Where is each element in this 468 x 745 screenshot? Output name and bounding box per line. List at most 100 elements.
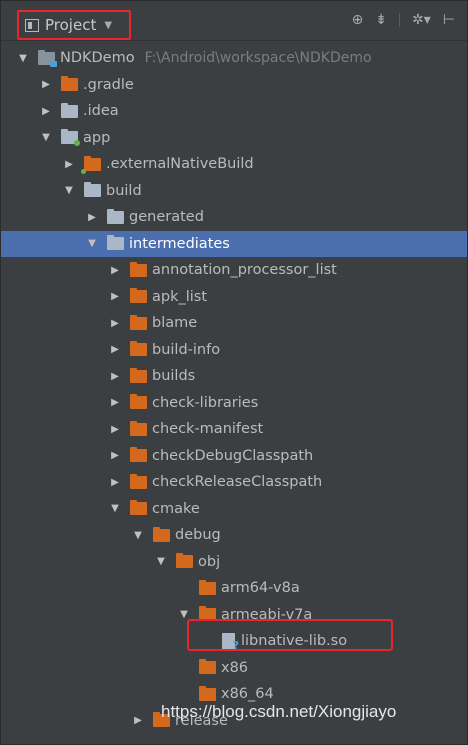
expand-arrow-right-icon[interactable]: ▶	[108, 371, 122, 382]
tree-item[interactable]: ▶ annotation_processor_list	[1, 257, 467, 284]
tree-item[interactable]: ▶ build-info	[1, 337, 467, 364]
tree-item[interactable]: ▼ debug	[1, 522, 467, 549]
tree-item[interactable]: ▼ armeabi-v7a	[1, 602, 467, 629]
tree-item-label: checkDebugClasspath	[152, 447, 314, 464]
target-icon[interactable]: ⊕	[352, 13, 364, 27]
tree-item[interactable]: ▼ cmake	[1, 496, 467, 523]
gear-icon[interactable]: ✲▾	[412, 13, 431, 27]
project-view-icon	[25, 18, 39, 32]
tree-item[interactable]: ▶ .externalNativeBuild	[1, 151, 467, 178]
folder-icon	[199, 579, 216, 595]
folder-icon	[107, 235, 124, 251]
expand-arrow-right-icon[interactable]: ▶	[62, 159, 76, 170]
tree-item-label: builds	[152, 368, 196, 385]
tree-item-label: check-manifest	[152, 421, 264, 438]
project-view-dropdown[interactable]: Project ▼	[17, 10, 131, 40]
tree-item[interactable]: ▶ checkReleaseClasspath	[1, 469, 467, 496]
tree-item-label: NDKDemo	[60, 50, 135, 67]
project-view-label: Project	[45, 16, 97, 34]
expand-arrow-down-icon[interactable]: ▼	[131, 530, 145, 541]
expand-arrow-right-icon[interactable]: ▶	[108, 344, 122, 355]
folder-icon	[153, 526, 170, 542]
tree-item-label: checkReleaseClasspath	[152, 474, 323, 491]
expand-arrow-right-icon[interactable]: ▶	[39, 79, 53, 90]
hide-icon[interactable]: ⊢	[443, 13, 455, 27]
tree-item[interactable]: ▼ NDKDemo F:\Android\workspace\NDKDemo	[1, 45, 467, 72]
tree-item[interactable]: ▶arm64-v8a	[1, 575, 467, 602]
tree-item-label: release	[175, 712, 228, 729]
folder-icon	[81, 155, 101, 174]
tree-item-label: build	[106, 182, 142, 199]
tree-item[interactable]: ▶ .gradle	[1, 72, 467, 99]
folder-icon	[61, 76, 78, 92]
chevron-down-icon: ▼	[104, 19, 113, 31]
collapse-icon[interactable]: ⇟	[375, 13, 387, 27]
tree-item[interactable]: ▼ build	[1, 178, 467, 205]
tree-item-label: cmake	[152, 500, 200, 517]
tree-item-label: debug	[175, 527, 221, 544]
tree-item[interactable]: ▶ apk_list	[1, 284, 467, 311]
folder-icon	[176, 553, 193, 569]
expand-arrow-right-icon[interactable]: ▶	[108, 397, 122, 408]
expand-arrow-down-icon[interactable]: ▼	[177, 609, 191, 620]
folder-icon	[153, 712, 170, 728]
folder-icon	[38, 49, 57, 67]
folder-icon	[130, 500, 147, 516]
expand-arrow-right-icon[interactable]: ▶	[108, 477, 122, 488]
expand-arrow-right-icon[interactable]: ▶	[131, 715, 145, 726]
folder-icon	[199, 659, 216, 675]
tree-item[interactable]: ▶libnative-lib.so	[1, 628, 467, 655]
folder-icon	[130, 394, 147, 410]
expand-arrow-down-icon[interactable]: ▼	[16, 53, 30, 64]
expand-arrow-down-icon[interactable]: ▼	[108, 503, 122, 514]
expand-arrow-right-icon[interactable]: ▶	[108, 265, 122, 276]
project-toolbar: Project ▼ ⊕ ⇟ ✲▾ ⊢	[1, 1, 467, 41]
tree-item-label: arm64-v8a	[221, 580, 300, 597]
tree-item[interactable]: ▼ obj	[1, 549, 467, 576]
folder-icon	[199, 606, 216, 622]
expand-arrow-down-icon[interactable]: ▼	[85, 238, 99, 249]
folder-icon	[107, 208, 124, 224]
tree-item[interactable]: ▶ check-libraries	[1, 390, 467, 417]
tree-item[interactable]: ▶ .idea	[1, 98, 467, 125]
expand-arrow-down-icon[interactable]: ▼	[62, 185, 76, 196]
expand-arrow-right-icon[interactable]: ▶	[108, 291, 122, 302]
folder-icon	[130, 367, 147, 383]
project-tool-window: Project ▼ ⊕ ⇟ ✲▾ ⊢ ▼ NDKDemo F:\Android\wo…	[0, 0, 468, 745]
folder-icon	[130, 420, 147, 436]
tree-item[interactable]: ▶ builds	[1, 363, 467, 390]
expand-arrow-right-icon[interactable]: ▶	[108, 450, 122, 461]
tree-item[interactable]: ▼ app	[1, 125, 467, 152]
tree-item[interactable]: ▶x86_64	[1, 681, 467, 708]
tree-item[interactable]: ▶x86	[1, 655, 467, 682]
tree-item-label: x86_64	[221, 686, 274, 703]
expand-arrow-right-icon[interactable]: ▶	[108, 424, 122, 435]
project-tree: ▼ NDKDemo F:\Android\workspace\NDKDemo ▶ .gr…	[1, 45, 467, 735]
tree-item-label: libnative-lib.so	[241, 633, 348, 650]
folder-icon	[130, 473, 147, 489]
expand-arrow-right-icon[interactable]: ▶	[85, 212, 99, 223]
toolbar-actions: ⊕ ⇟ ✲▾ ⊢	[352, 13, 455, 27]
tree-item-label: .idea	[83, 103, 119, 120]
folder-icon	[61, 102, 78, 118]
tree-item[interactable]: ▶ blame	[1, 310, 467, 337]
folder-icon	[61, 129, 80, 147]
tree-item-label: intermediates	[129, 235, 230, 252]
tree-item[interactable]: ▶ checkDebugClasspath	[1, 443, 467, 470]
tree-item-label: obj	[198, 553, 221, 570]
tree-item[interactable]: ▼ intermediates	[1, 230, 467, 257]
tree-item-label: blame	[152, 315, 198, 332]
folder-icon	[130, 288, 147, 304]
folder-icon	[199, 685, 216, 701]
tree-item[interactable]: ▶ check-manifest	[1, 416, 467, 443]
expand-arrow-right-icon[interactable]: ▶	[39, 106, 53, 117]
tree-item-label: armeabi-v7a	[221, 606, 313, 623]
folder-icon	[130, 341, 147, 357]
expand-arrow-down-icon[interactable]: ▼	[154, 556, 168, 567]
tree-item-label: annotation_processor_list	[152, 262, 337, 279]
tree-item[interactable]: ▶ release	[1, 708, 467, 735]
expand-arrow-right-icon[interactable]: ▶	[108, 318, 122, 329]
expand-arrow-down-icon[interactable]: ▼	[39, 132, 53, 143]
toolbar-separator	[399, 13, 401, 27]
tree-item[interactable]: ▶ generated	[1, 204, 467, 231]
